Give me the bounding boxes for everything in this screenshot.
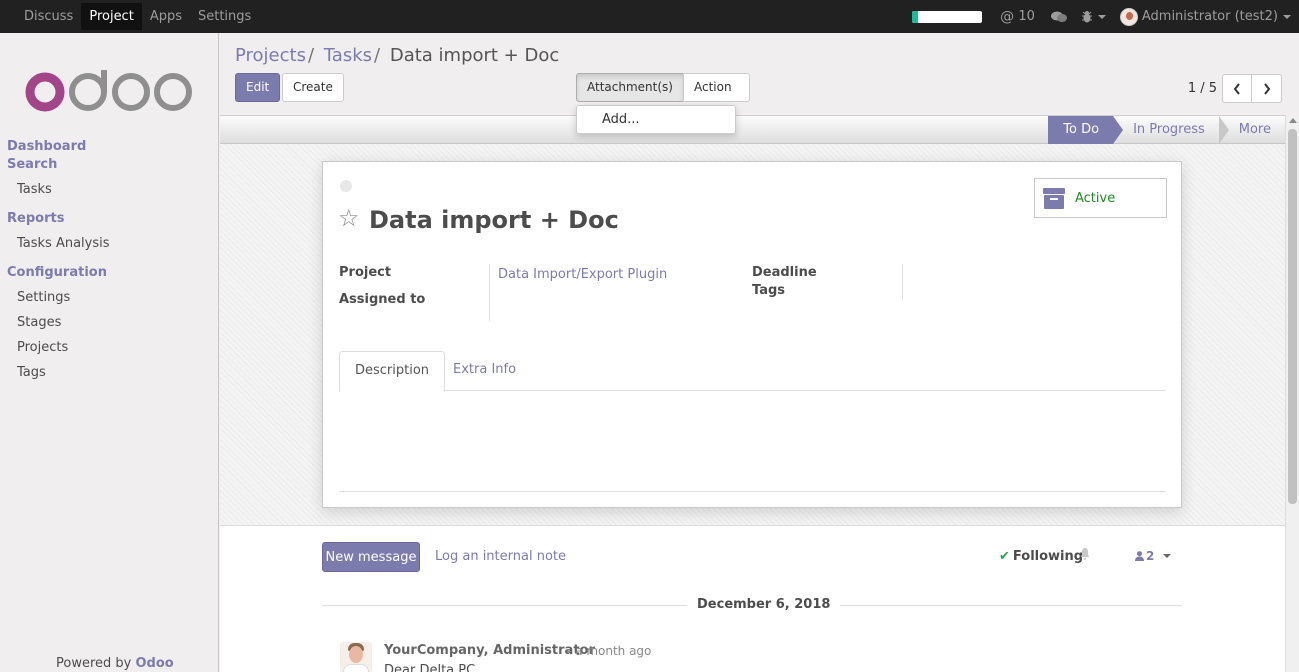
active-label: Active	[1075, 190, 1116, 206]
pager-previous-button[interactable]	[1222, 74, 1252, 103]
systray: @ 10 Administrator (test2)	[912, 0, 1299, 33]
bell-icon[interactable]	[1080, 548, 1090, 560]
sidebar-item-settings[interactable]: Settings	[17, 290, 70, 305]
date-separator-label: December 6, 2018	[687, 597, 841, 612]
tab-description[interactable]: Description	[339, 351, 446, 392]
caret-down-icon	[1163, 554, 1172, 558]
caret-down-icon	[1283, 14, 1291, 19]
powered-by: Powered by Odoo	[56, 656, 174, 671]
attachments-menu: Add...	[576, 105, 736, 134]
mentions-button[interactable]: @ 10	[1000, 9, 1035, 25]
stage-to-do[interactable]: To Do	[1048, 116, 1123, 144]
menu-apps[interactable]: Apps	[142, 0, 190, 33]
edit-button[interactable]: Edit	[235, 73, 281, 102]
pager: 1 / 5	[1188, 74, 1282, 103]
star-icon[interactable]: ☆	[338, 204, 360, 232]
menu-project[interactable]: Project	[81, 3, 142, 30]
sidebar-configuration[interactable]: Configuration	[7, 265, 107, 280]
powered-prefix: Powered by	[56, 656, 132, 671]
tab-extra-info[interactable]: Extra Info	[438, 351, 531, 391]
at-icon: @	[1000, 8, 1015, 25]
user-name: Administrator (test2)	[1141, 9, 1278, 24]
active-toggle-button[interactable]: Active	[1034, 178, 1167, 218]
scrollbar-thumb[interactable]	[1288, 129, 1297, 504]
caret-down-icon	[1097, 14, 1106, 19]
sidebar: Dashboard Search Tasks Reports Tasks Ana…	[0, 33, 219, 672]
followers-dropdown[interactable]: 2	[1135, 549, 1172, 563]
assigned-to-label: Assigned to	[339, 292, 426, 307]
tags-label: Tags	[752, 283, 786, 298]
chat-bubbles-icon	[1050, 11, 1067, 22]
app-menu: Discuss Project Apps Settings	[0, 0, 259, 33]
create-button[interactable]: Create	[282, 73, 344, 102]
notebook-tabs: Description Extra Info	[339, 351, 1166, 392]
debug-menu[interactable]	[1081, 10, 1106, 23]
powered-brand-link[interactable]: Odoo	[136, 656, 174, 671]
attachments-dropdown[interactable]: Attachment(s)	[576, 73, 684, 117]
bug-icon	[1081, 11, 1092, 23]
sidebar-search[interactable]: Search	[7, 157, 57, 172]
sidebar-item-tasks[interactable]: Tasks	[17, 182, 52, 197]
attachments-add-item[interactable]: Add...	[577, 106, 735, 133]
scroll-up-arrow-icon[interactable]	[1289, 118, 1297, 123]
breadcrumb-current: Data import + Doc	[389, 45, 560, 66]
message-time: - a month ago	[567, 644, 652, 658]
project-label: Project	[339, 265, 392, 280]
attachments-label: Attachment(s)	[587, 80, 673, 94]
chat-button[interactable]	[1050, 11, 1067, 23]
chevron-left-icon	[1233, 82, 1240, 95]
vertical-scrollbar[interactable]	[1285, 115, 1299, 672]
sidebar-item-tags[interactable]: Tags	[17, 365, 46, 380]
deadline-label: Deadline	[752, 265, 817, 280]
pager-next-button[interactable]	[1252, 74, 1282, 103]
description-bottom-rule	[339, 491, 1166, 492]
control-panel: Projects / Tasks / Data import + Doc Edit …	[220, 33, 1299, 117]
archive-icon	[1043, 187, 1065, 209]
action-label: Action	[694, 80, 732, 94]
field-divider	[902, 264, 903, 300]
user-menu[interactable]: Administrator (test2)	[1119, 7, 1291, 26]
sidebar-item-projects[interactable]: Projects	[17, 340, 68, 355]
following-button[interactable]: ✔ Following	[999, 549, 1083, 564]
log-note-link[interactable]: Log an internal note	[435, 549, 566, 564]
action-dropdown[interactable]: Action	[683, 73, 750, 117]
mentions-count: 10	[1018, 9, 1035, 24]
sidebar-dashboard[interactable]: Dashboard	[7, 139, 86, 154]
form-sheet: ☆ Data import + Doc Active Project Assig…	[322, 161, 1182, 508]
user-icon	[1135, 551, 1144, 561]
project-value-link[interactable]: Data Import/Export Plugin	[498, 267, 667, 282]
stage-in-progress[interactable]: In Progress	[1113, 116, 1229, 144]
progress-fill	[912, 10, 918, 23]
followers-count: 2	[1146, 549, 1155, 563]
breadcrumb-tasks[interactable]: Tasks	[324, 45, 372, 66]
author-avatar[interactable]	[340, 642, 372, 672]
stage-selector: To Do In Progress More	[1048, 116, 1285, 144]
user-avatar	[1119, 7, 1138, 26]
breadcrumb-separator: /	[374, 45, 381, 66]
following-label: Following	[1012, 549, 1084, 564]
breadcrumb: Projects / Tasks / Data import + Doc	[235, 45, 559, 66]
new-message-button[interactable]: New message	[322, 542, 420, 572]
kanban-state-indicator[interactable]	[340, 180, 352, 192]
check-icon: ✔	[999, 549, 1010, 564]
form-statusbar: To Do In Progress More	[220, 115, 1285, 144]
chevron-right-icon	[1263, 82, 1270, 95]
breadcrumb-separator: /	[307, 45, 315, 66]
pager-value[interactable]: 1 / 5	[1188, 81, 1217, 96]
message-body: Dear Delta PC,	[384, 663, 480, 672]
field-divider	[489, 264, 490, 321]
task-title: Data import + Doc	[369, 206, 619, 234]
message-author[interactable]: YourCompany, Administrator	[384, 643, 595, 658]
sidebar-item-tasks-analysis[interactable]: Tasks Analysis	[17, 236, 110, 251]
odoo-logo[interactable]	[25, 68, 195, 113]
top-navbar: Discuss Project Apps Settings @ 10 Admin…	[0, 0, 1299, 33]
breadcrumb-projects[interactable]: Projects	[235, 45, 306, 66]
menu-discuss[interactable]: Discuss	[16, 0, 81, 33]
sidebar-reports[interactable]: Reports	[7, 211, 64, 226]
progress-indicator[interactable]	[912, 10, 983, 23]
menu-settings[interactable]: Settings	[190, 0, 259, 33]
sidebar-item-stages[interactable]: Stages	[17, 315, 61, 330]
